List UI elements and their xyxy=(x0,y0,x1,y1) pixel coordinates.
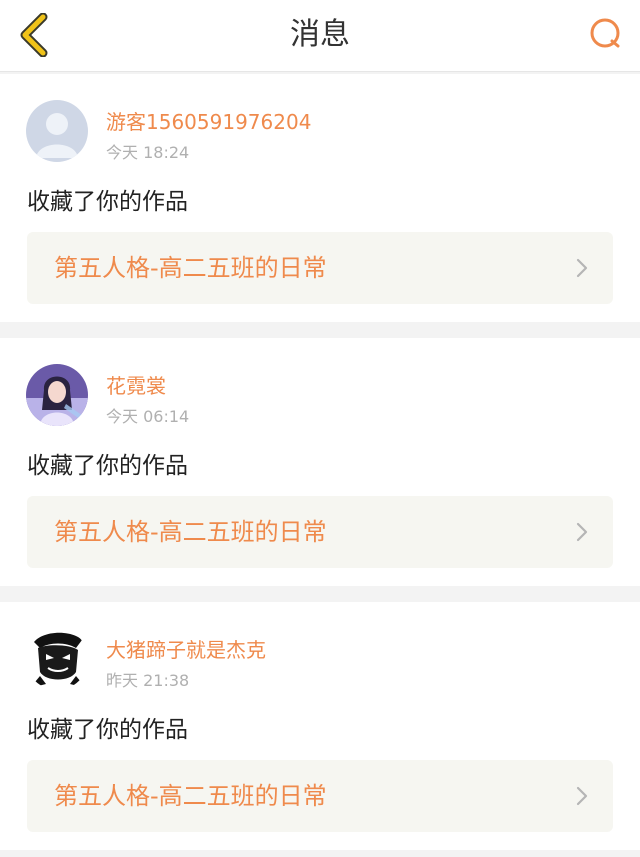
action-text: 收藏了你的作品 xyxy=(27,453,188,479)
avatar[interactable] xyxy=(26,100,88,162)
username[interactable]: 大猪蹄子就是杰克 xyxy=(106,634,266,663)
avatar[interactable] xyxy=(26,628,88,690)
chevron-right-icon xyxy=(576,522,588,542)
work-link[interactable]: 第五人格-高二五班的日常 xyxy=(27,496,613,568)
action-text: 收藏了你的作品 xyxy=(27,717,188,743)
notification-card: 游客1560591976204 今天 18:24 收藏了你的作品 第五人格-高二… xyxy=(0,74,640,322)
timestamp: 今天 06:14 xyxy=(106,407,190,426)
search-button[interactable] xyxy=(586,14,626,54)
chevron-right-icon xyxy=(576,786,588,806)
avatar[interactable] xyxy=(26,364,88,426)
timestamp: 今天 18:24 xyxy=(106,143,190,162)
search-icon xyxy=(590,18,620,48)
action-text: 收藏了你的作品 xyxy=(27,189,188,215)
page-title: 消息 xyxy=(290,17,350,52)
chevron-right-icon xyxy=(576,258,588,278)
work-title: 第五人格-高二五班的日常 xyxy=(54,782,327,810)
timestamp: 昨天 21:38 xyxy=(106,671,190,690)
default-user-avatar xyxy=(26,100,88,162)
notification-card: 花霓裳 今天 06:14 收藏了你的作品 第五人格-高二五班的日常 xyxy=(0,338,640,586)
top-bar: 消息 xyxy=(0,0,640,72)
notification-card: 大猪蹄子就是杰克 昨天 21:38 收藏了你的作品 第五人格-高二五班的日常 xyxy=(0,602,640,850)
work-link[interactable]: 第五人格-高二五班的日常 xyxy=(27,232,613,304)
work-title: 第五人格-高二五班的日常 xyxy=(54,518,327,546)
masked-figure-avatar xyxy=(26,628,88,690)
username[interactable]: 游客1560591976204 xyxy=(106,106,311,135)
work-link[interactable]: 第五人格-高二五班的日常 xyxy=(27,760,613,832)
anime-girl-avatar xyxy=(26,364,88,426)
username[interactable]: 花霓裳 xyxy=(106,370,166,399)
work-title: 第五人格-高二五班的日常 xyxy=(54,254,327,282)
